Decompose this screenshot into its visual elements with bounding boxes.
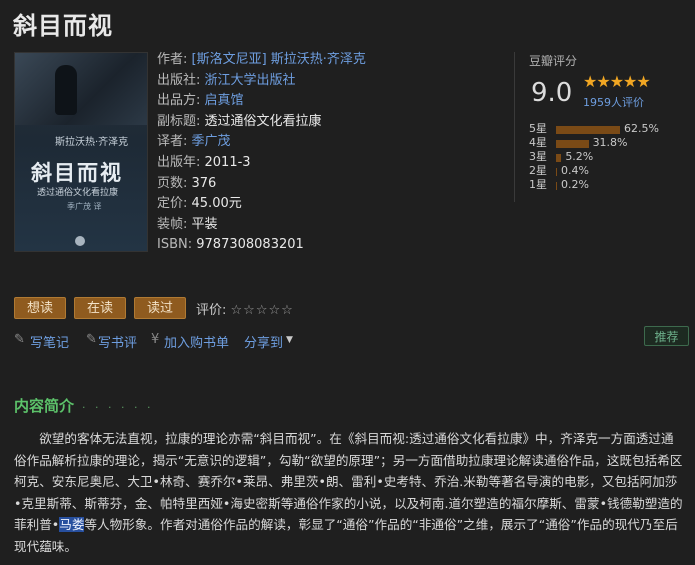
share-link[interactable]: 分享到	[244, 332, 283, 351]
intro-text: 欲望的客体无法直视，拉康的理论亦需“斜目而视”。在《斜目而视:透过通俗文化看拉康…	[14, 428, 684, 558]
rating-score: 9.0	[531, 78, 573, 108]
rating-row-label: 3星	[529, 150, 547, 163]
cover-author: 斯拉沃热·齐泽克	[55, 137, 129, 148]
cover-title: 斜目而视	[31, 161, 123, 185]
user-rating: 评价: ☆☆☆☆☆	[196, 299, 294, 318]
binding-row: 装帧: 平装	[157, 215, 366, 236]
cover-photo	[15, 53, 147, 125]
rating-row-label: 1星	[529, 178, 547, 191]
subtitle-label: 副标题:	[157, 113, 205, 129]
pages-row: 页数: 376	[157, 174, 366, 195]
binding-value: 平装	[191, 216, 218, 232]
rating-percent: 5.2%	[565, 150, 594, 163]
chevron-down-icon: ▼	[286, 335, 293, 345]
isbn-label: ISBN:	[157, 237, 197, 253]
pages-label: 页数:	[157, 175, 192, 191]
translator-label: 译者:	[157, 134, 192, 150]
price-label: 定价:	[157, 196, 192, 212]
subtitle-row: 副标题: 透过通俗文化看拉康	[157, 112, 366, 133]
author-row: 作者: [斯洛文尼亚] 斯拉沃热·齐泽克	[157, 50, 366, 71]
translator-link[interactable]: 季广茂	[192, 134, 231, 149]
rating-bar	[556, 126, 620, 134]
producer-link[interactable]: 启真馆	[205, 93, 244, 108]
year-row: 出版年: 2011-3	[157, 153, 366, 174]
section-title-text: 内容简介	[14, 397, 75, 415]
yen-icon: ¥	[151, 332, 160, 347]
user-rating-label: 评价:	[196, 303, 231, 318]
rating-panel: 豆瓣评分 9.0 ★★★★★ 1959人评价 5星 62.5% 4星 31.8% 3星 5…	[514, 52, 694, 202]
year-value: 2011-3	[204, 154, 251, 170]
author-link[interactable]: [斯洛文尼亚] 斯拉沃热·齐泽克	[192, 52, 366, 67]
rating-row-label: 2星	[529, 164, 547, 177]
isbn-value: 9787308083201	[196, 237, 304, 253]
rating-title: 豆瓣评分	[529, 54, 578, 68]
rating-percent: 0.4%	[561, 164, 589, 177]
price-value: 45.00元	[191, 196, 242, 212]
price-row: 定价: 45.00元	[157, 194, 366, 215]
write-review-link[interactable]: 写书评	[98, 332, 137, 351]
rating-percent: 31.8%	[592, 136, 628, 149]
selected-text: 马娄	[59, 517, 85, 533]
pencil-icon: ✎	[86, 332, 97, 347]
producer-label: 出品方:	[157, 93, 205, 109]
producer-row: 出品方: 启真馆	[157, 91, 366, 112]
section-title: 内容简介 · · · · · ·	[14, 395, 153, 416]
rating-bar	[556, 168, 557, 176]
author-label: 作者:	[157, 52, 192, 67]
rating-stars-icon: ★★★★★	[583, 72, 651, 91]
rating-bar	[556, 182, 557, 190]
recommend-button[interactable]: 推荐	[644, 326, 689, 346]
cover-subtitle: 透过通俗文化看拉康	[37, 188, 119, 198]
isbn-row: ISBN: 9787308083201	[157, 235, 366, 256]
write-note-link[interactable]: 写笔记	[30, 332, 69, 351]
publisher-row: 出版社: 浙江大学出版社	[157, 71, 366, 92]
intro-text-part2: 等人物形象。作者对通俗作品的解读，彰显了“通俗”作品的“非通俗”之维，展示了“通…	[14, 517, 678, 554]
publisher-logo	[75, 236, 85, 246]
translator-row: 译者: 季广茂	[157, 132, 366, 153]
book-cover[interactable]: 斯拉沃热·齐泽克 斜目而视 透过通俗文化看拉康 季广茂 译	[14, 52, 148, 252]
publisher-label: 出版社:	[157, 72, 205, 88]
cover-translator: 季广茂 译	[67, 202, 102, 211]
rating-row-label: 5星	[529, 122, 547, 135]
want-to-read-button[interactable]: 想读	[14, 297, 66, 319]
add-to-booklist-link[interactable]: 加入购书单	[164, 332, 229, 351]
year-label: 出版年:	[157, 154, 205, 170]
subtitle-value: 透过通俗文化看拉康	[204, 113, 322, 129]
rating-bar	[556, 140, 589, 148]
pencil-icon: ✎	[14, 332, 25, 347]
reading-button[interactable]: 在读	[74, 297, 126, 319]
rating-bar	[556, 154, 562, 162]
user-rating-stars-icon[interactable]: ☆☆☆☆☆	[231, 303, 294, 318]
pages-value: 376	[191, 175, 217, 191]
read-button[interactable]: 读过	[134, 297, 186, 319]
page-title: 斜目而视	[13, 12, 113, 40]
rating-row-label: 4星	[529, 136, 547, 149]
rating-count-link[interactable]: 1959人评价	[583, 94, 644, 110]
book-info: 作者: [斯洛文尼亚] 斯拉沃热·齐泽克 出版社: 浙江大学出版社 出品方: 启…	[157, 50, 366, 256]
publisher-link[interactable]: 浙江大学出版社	[205, 73, 296, 88]
section-dots: · · · · · ·	[82, 401, 154, 414]
binding-label: 装帧:	[157, 216, 192, 232]
rating-percent: 62.5%	[624, 122, 659, 135]
rating-percent: 0.2%	[561, 178, 589, 191]
